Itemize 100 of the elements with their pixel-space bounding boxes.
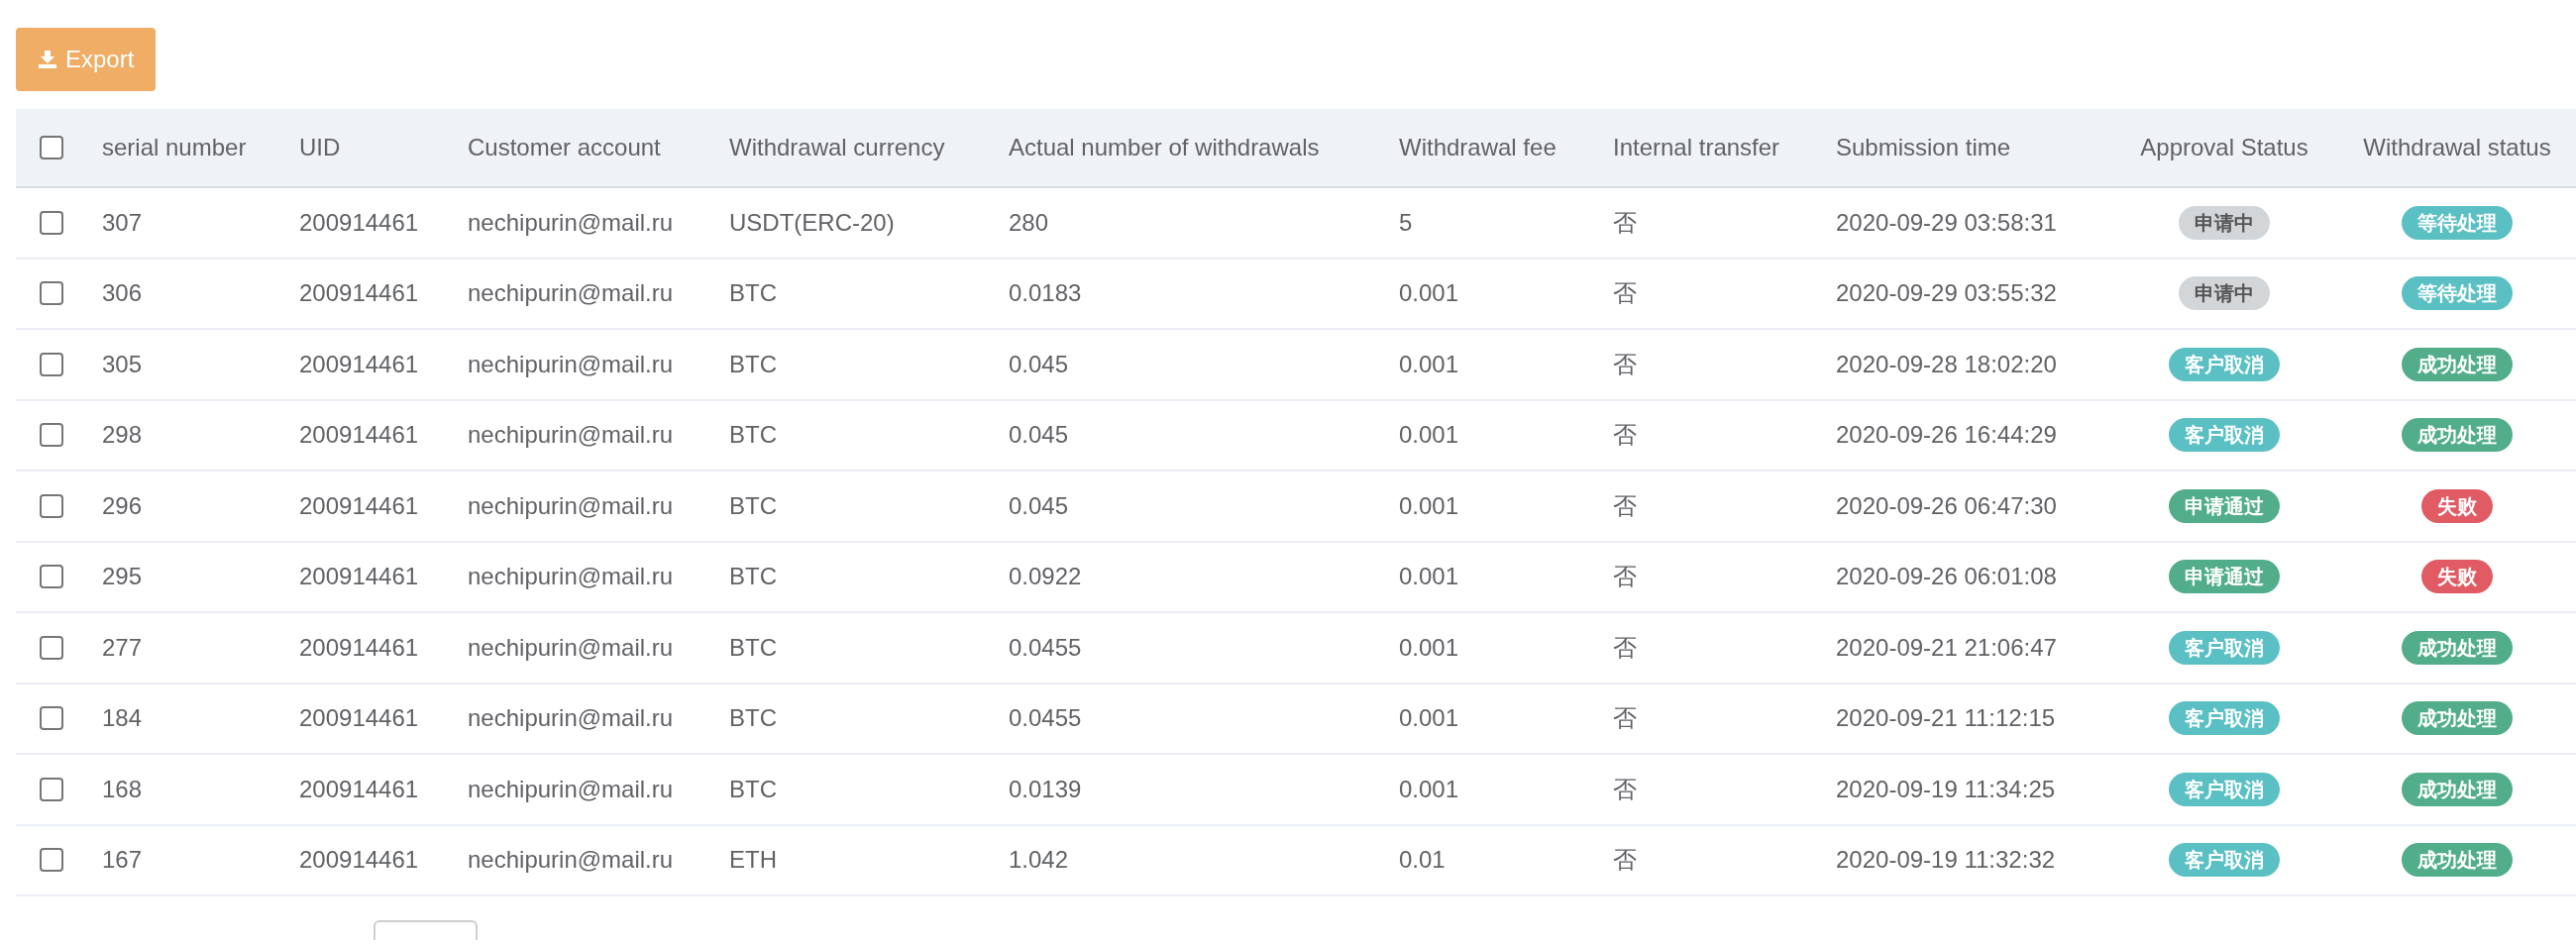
column-header: Submission time — [1836, 133, 2012, 162]
table-cell: nechipurin@mail.ru — [468, 421, 674, 449]
table-cell: 295 — [102, 563, 143, 590]
table-cell: 0.0139 — [1009, 775, 1082, 802]
checkbox[interactable] — [40, 493, 63, 518]
column-header: serial number — [102, 133, 248, 162]
table-cell: 0.01 — [1399, 846, 1446, 874]
table-cell: BTC — [729, 279, 777, 307]
checkbox[interactable] — [40, 352, 63, 376]
status-badge: 成功处理 — [2402, 630, 2513, 665]
table-cell: 1.042 — [1009, 846, 1069, 874]
table-cell: nechipurin@mail.ru — [468, 633, 674, 661]
table-cell: 否 — [1613, 563, 1637, 590]
table-cell: 2020-09-29 03:55:32 — [1836, 279, 2057, 307]
table-cell: 277 — [102, 633, 143, 661]
status-badge: 申请中 — [2179, 276, 2270, 311]
status-badge: 成功处理 — [2402, 701, 2513, 736]
column-header: Withdrawal status — [2362, 133, 2552, 162]
checkbox[interactable] — [40, 136, 63, 159]
table-cell: 200914461 — [299, 704, 419, 732]
table-cell: 0.0922 — [1009, 563, 1082, 590]
table-cell: 0.001 — [1399, 775, 1459, 802]
status-badge: 失败 — [2421, 560, 2493, 594]
table-cell: 2020-09-26 16:44:29 — [1836, 421, 2057, 449]
table-cell: 0.001 — [1399, 633, 1459, 661]
status-badge: 客户取消 — [2169, 347, 2280, 381]
table-cell: 0.0455 — [1009, 633, 1082, 661]
table-cell: 否 — [1613, 350, 1637, 377]
checkbox[interactable] — [40, 281, 63, 306]
table-cell: 200914461 — [299, 350, 419, 377]
table-cell: 298 — [102, 421, 143, 449]
table-cell: 200914461 — [299, 421, 419, 449]
table-cell: 5 — [1399, 208, 1413, 236]
table-cell: 200914461 — [299, 208, 419, 236]
table-cell: BTC — [729, 350, 777, 377]
table-cell: 2020-09-29 03:58:31 — [1836, 208, 2057, 236]
table-cell: nechipurin@mail.ru — [468, 704, 674, 732]
table-cell: 0.001 — [1399, 563, 1459, 590]
table-cell: nechipurin@mail.ru — [468, 208, 674, 236]
table-cell: 2020-09-28 18:02:20 — [1836, 350, 2057, 377]
column-header: UID — [299, 133, 342, 162]
table-cell: BTC — [729, 633, 777, 661]
table-cell: 0.045 — [1009, 350, 1069, 377]
table-cell: BTC — [729, 421, 777, 449]
table-cell: 167 — [102, 846, 143, 874]
table-cell: 200914461 — [299, 846, 419, 874]
table-cell: nechipurin@mail.ru — [468, 775, 674, 802]
table-cell: 否 — [1613, 633, 1637, 661]
checkbox[interactable] — [40, 848, 63, 873]
table-cell: 305 — [102, 350, 143, 377]
checkbox[interactable] — [40, 423, 63, 448]
table-cell: BTC — [729, 704, 777, 732]
table-cell: 0.045 — [1009, 421, 1069, 449]
table-cell: 2020-09-19 11:32:32 — [1836, 846, 2056, 874]
checkbox[interactable] — [40, 210, 63, 235]
status-badge: 客户取消 — [2169, 701, 2280, 736]
status-badge: 成功处理 — [2402, 418, 2513, 453]
table-cell: BTC — [729, 491, 777, 519]
table-cell: 否 — [1613, 775, 1637, 802]
table-cell: 2020-09-21 11:12:15 — [1836, 704, 2056, 732]
table-cell: 0.001 — [1399, 421, 1459, 449]
table-cell: nechipurin@mail.ru — [468, 563, 674, 590]
table-cell: 否 — [1613, 208, 1637, 236]
table-cell: ETH — [729, 846, 777, 874]
checkbox[interactable] — [40, 777, 63, 801]
column-header: Customer account — [468, 133, 662, 162]
table-cell: 否 — [1613, 421, 1637, 449]
status-badge: 客户取消 — [2169, 630, 2280, 665]
table-cell: 296 — [102, 491, 143, 519]
table-cell: 200914461 — [299, 633, 419, 661]
status-badge: 客户取消 — [2169, 418, 2280, 453]
table-cell: 0.0183 — [1009, 279, 1082, 307]
table-cell: nechipurin@mail.ru — [468, 846, 674, 874]
table-cell: USDT(ERC-20) — [729, 208, 895, 236]
column-header: Approval Status — [2139, 133, 2309, 162]
status-badge: 成功处理 — [2402, 772, 2513, 806]
status-badge: 申请通过 — [2169, 560, 2280, 594]
table-cell: 200914461 — [299, 279, 419, 307]
status-badge: 客户取消 — [2169, 772, 2280, 806]
download-icon — [38, 50, 57, 69]
table-cell: 0.001 — [1399, 491, 1459, 519]
export-button[interactable]: Export — [16, 28, 157, 91]
table-cell: 否 — [1613, 704, 1637, 732]
table-cell: BTC — [729, 775, 777, 802]
table-cell: 0.001 — [1399, 279, 1459, 307]
checkbox[interactable] — [40, 565, 63, 589]
column-header: Internal transfer — [1613, 133, 1781, 162]
checkbox[interactable] — [40, 635, 63, 660]
column-header: Withdrawal currency — [729, 133, 946, 162]
table-cell: 否 — [1613, 846, 1637, 874]
table-cell: 200914461 — [299, 491, 419, 519]
table-cell: 184 — [102, 704, 143, 732]
table-cell: 200914461 — [299, 775, 419, 802]
table-cell: 2020-09-19 11:34:25 — [1836, 775, 2056, 802]
status-badge: 成功处理 — [2402, 843, 2513, 878]
column-header: Actual number of withdrawals — [1009, 133, 1321, 162]
table-cell: 否 — [1613, 279, 1637, 307]
checkbox[interactable] — [40, 706, 63, 731]
status-badge: 等待处理 — [2402, 276, 2513, 311]
table-cell: 2020-09-26 06:01:08 — [1836, 563, 2057, 590]
